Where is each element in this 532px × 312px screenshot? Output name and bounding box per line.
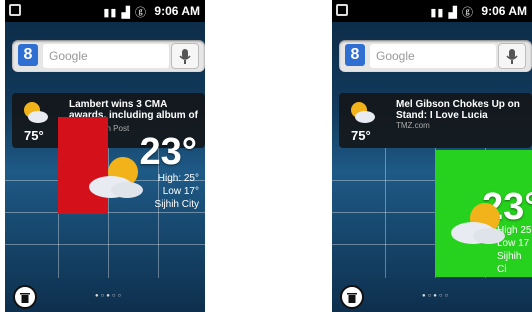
microphone-icon (179, 49, 191, 64)
page-indicator: ●○●○○ (95, 293, 124, 299)
google-logo[interactable]: 8 (345, 44, 365, 66)
widget-details: High: 25° Low 17° Sijhih City (155, 172, 199, 211)
page-indicator: ●○●○○ (422, 293, 451, 299)
low-temp: Low 17° (162, 186, 199, 197)
home-screen-left: ▮▮ ▟ ⓖ 9:06 AM 8 Google 75° Lambert wins… (5, 0, 205, 312)
grid-line (5, 244, 205, 245)
sun-cloud-icon (451, 203, 505, 244)
news-weather-widget[interactable]: 75° Mel Gibson Chokes Up on Stand: I Lov… (339, 93, 532, 148)
news-temperature: 75° (24, 128, 44, 143)
search-input[interactable]: Google (370, 44, 496, 68)
sim-icon (9, 4, 21, 16)
partly-sunny-icon (351, 102, 375, 123)
city-name: Sijhih Ci (497, 251, 522, 275)
sim-icon (336, 4, 348, 16)
status-bar: ▮▮ ▟ ⓖ 9:06 AM (332, 0, 532, 22)
status-time: 9:06 AM (481, 4, 527, 18)
google-search-widget[interactable]: 8 Google (12, 40, 205, 72)
weather-clock-widget[interactable]: 23° High: 25° Low 17° Sijhih City (58, 117, 205, 214)
trash-icon (347, 293, 357, 303)
news-source: TMZ.com (396, 121, 430, 130)
trash-button[interactable] (340, 285, 364, 309)
city-name: Sijhih City (154, 199, 199, 210)
microphone-icon (506, 49, 518, 64)
home-screen-right: ▮▮ ▟ ⓖ 9:06 AM 8 Google 75° Mel Gibson C… (332, 0, 532, 312)
trash-button[interactable] (13, 285, 37, 309)
search-input[interactable]: Google (43, 44, 169, 68)
partly-sunny-icon (24, 102, 48, 123)
google-logo[interactable]: 8 (18, 44, 38, 66)
widget-temperature: 23° (139, 131, 197, 173)
signal-icons: ▮▮ ▟ ⓖ (103, 7, 147, 19)
voice-search-button[interactable] (171, 43, 199, 69)
news-headline[interactable]: Mel Gibson Chokes Up on Stand: I Love Lu… (396, 99, 532, 121)
high-temp: High: 25° (157, 173, 199, 184)
signal-icons: ▮▮ ▟ ⓖ (430, 7, 474, 19)
status-time: 9:06 AM (154, 4, 200, 18)
grid-line (385, 148, 386, 278)
trash-icon (20, 293, 30, 303)
google-search-widget[interactable]: 8 Google (339, 40, 532, 72)
voice-search-button[interactable] (498, 43, 526, 69)
status-bar: ▮▮ ▟ ⓖ 9:06 AM (5, 0, 205, 22)
news-temperature: 75° (351, 128, 371, 143)
